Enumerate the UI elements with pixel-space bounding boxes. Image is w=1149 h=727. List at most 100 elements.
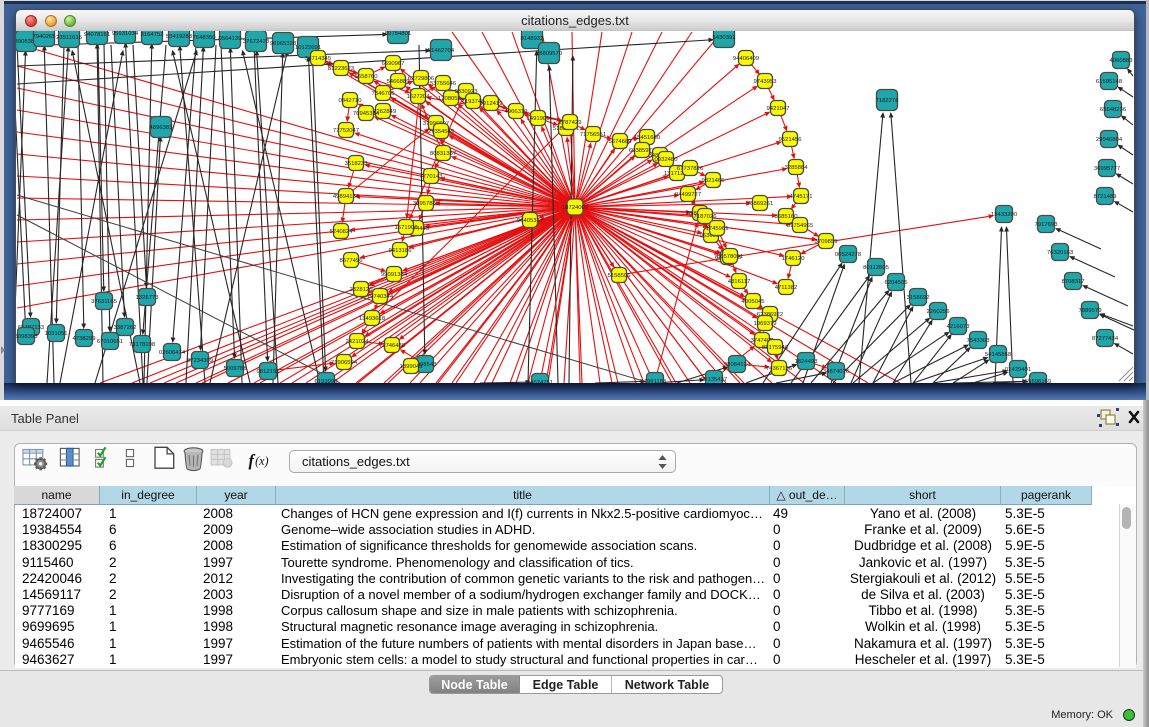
svg-text:36995777: 36995777 bbox=[1094, 166, 1120, 172]
svg-text:69784801: 69784801 bbox=[385, 31, 411, 37]
svg-text:5674680: 5674680 bbox=[609, 139, 633, 145]
svg-text:4060883: 4060883 bbox=[1110, 58, 1134, 64]
svg-text:37672423: 37672423 bbox=[243, 39, 270, 45]
svg-text:80112805: 80112805 bbox=[863, 265, 889, 271]
svg-text:99091334: 99091334 bbox=[381, 272, 408, 278]
svg-text:37631165: 37631165 bbox=[91, 299, 117, 305]
svg-text:71746488: 71746488 bbox=[379, 343, 406, 349]
svg-text:9821465: 9821465 bbox=[702, 178, 726, 184]
svg-text:7543303: 7543303 bbox=[967, 338, 991, 344]
svg-text:04499727: 04499727 bbox=[675, 192, 701, 198]
svg-text:96405377: 96405377 bbox=[517, 218, 543, 224]
svg-text:54145868: 54145868 bbox=[985, 352, 1012, 358]
svg-text:53419283: 53419283 bbox=[166, 34, 193, 40]
svg-text:98084124: 98084124 bbox=[724, 362, 751, 368]
svg-text:94078161: 94078161 bbox=[84, 32, 110, 38]
svg-text:76320163: 76320163 bbox=[1047, 250, 1074, 256]
svg-text:0564139: 0564139 bbox=[219, 36, 242, 42]
svg-text:77752047: 77752047 bbox=[333, 128, 359, 134]
svg-text:95931034: 95931034 bbox=[112, 31, 139, 37]
svg-text:81223623: 81223623 bbox=[328, 66, 355, 72]
svg-text:34957885: 34957885 bbox=[413, 201, 440, 207]
svg-text:6658760: 6658760 bbox=[355, 74, 379, 80]
svg-text:76945314: 76945314 bbox=[353, 111, 380, 117]
svg-text:86578091: 86578091 bbox=[717, 254, 743, 260]
svg-text:1671902: 1671902 bbox=[395, 225, 418, 231]
svg-text:3709859: 3709859 bbox=[815, 239, 838, 245]
svg-text:4216073: 4216073 bbox=[947, 324, 971, 330]
svg-text:53755646: 53755646 bbox=[430, 81, 457, 87]
svg-text:1627204: 1627204 bbox=[407, 94, 431, 100]
svg-text:5098393: 5098393 bbox=[16, 334, 38, 340]
svg-text:9743953: 9743953 bbox=[754, 79, 778, 85]
svg-text:1824493: 1824493 bbox=[795, 359, 819, 365]
svg-text:4711382: 4711382 bbox=[775, 285, 798, 291]
svg-text:7889579: 7889579 bbox=[1079, 308, 1102, 314]
svg-text:1969379: 1969379 bbox=[754, 321, 777, 327]
svg-text:15451680: 15451680 bbox=[634, 135, 661, 141]
svg-text:9413186: 9413186 bbox=[389, 248, 413, 254]
svg-text:7940265: 7940265 bbox=[33, 34, 57, 40]
svg-text:2260256: 2260256 bbox=[927, 309, 951, 315]
svg-text:1745961: 1745961 bbox=[706, 226, 729, 232]
svg-text:6193990: 6193990 bbox=[315, 379, 339, 383]
svg-text:7187026: 7187026 bbox=[694, 214, 718, 220]
svg-text:3285884: 3285884 bbox=[785, 165, 809, 171]
svg-text:94406409: 94406409 bbox=[733, 56, 759, 62]
svg-text:9912419: 9912419 bbox=[480, 101, 503, 107]
svg-text:6204505: 6204505 bbox=[885, 280, 909, 286]
svg-text:13493618: 13493618 bbox=[359, 316, 386, 322]
svg-text:5240824: 5240824 bbox=[330, 229, 354, 235]
svg-text:0932480: 0932480 bbox=[655, 157, 679, 163]
svg-text:2787429: 2787429 bbox=[559, 120, 582, 126]
svg-text:4896383: 4896383 bbox=[150, 125, 174, 131]
svg-text:71756551: 71756551 bbox=[580, 132, 606, 138]
svg-text:13433200: 13433200 bbox=[991, 212, 1018, 218]
svg-text:73178108: 73178108 bbox=[129, 342, 156, 348]
svg-text:9421047: 9421047 bbox=[767, 106, 790, 112]
svg-text:8721489: 8721489 bbox=[1094, 194, 1117, 200]
svg-text:4738299: 4738299 bbox=[73, 336, 96, 342]
svg-text:34624751: 34624751 bbox=[527, 380, 553, 383]
svg-text:18724007: 18724007 bbox=[562, 205, 588, 211]
svg-text:5009788: 5009788 bbox=[224, 366, 248, 372]
svg-text:1491905: 1491905 bbox=[527, 116, 551, 122]
svg-text:4745171: 4745171 bbox=[790, 194, 813, 200]
svg-text:0812191: 0812191 bbox=[257, 369, 280, 375]
svg-text:0842710: 0842710 bbox=[339, 98, 363, 104]
svg-text:61595148: 61595148 bbox=[1096, 79, 1123, 85]
svg-text:23511615: 23511615 bbox=[56, 35, 82, 41]
svg-text:71906594: 71906594 bbox=[331, 360, 358, 366]
svg-text:3387262: 3387262 bbox=[114, 325, 137, 331]
svg-text:7346706: 7346706 bbox=[372, 91, 396, 97]
svg-text:9521456: 9521456 bbox=[779, 137, 803, 143]
svg-text:(x): (x) bbox=[255, 454, 268, 468]
svg-text:4316117: 4316117 bbox=[728, 279, 751, 285]
svg-text:7917693: 7917693 bbox=[1035, 222, 1059, 228]
svg-text:1031051: 1031051 bbox=[45, 331, 68, 337]
svg-text:96965328: 96965328 bbox=[270, 41, 297, 47]
svg-text:87234309: 87234309 bbox=[187, 358, 213, 364]
svg-text:74367136: 74367136 bbox=[766, 366, 793, 372]
svg-text:67010651: 67010651 bbox=[97, 339, 123, 345]
svg-text:5430391: 5430391 bbox=[713, 35, 736, 41]
svg-text:6690967: 6690967 bbox=[382, 61, 405, 67]
svg-text:7182278: 7182278 bbox=[876, 98, 900, 104]
svg-text:8148932: 8148932 bbox=[521, 36, 544, 42]
svg-text:25135427: 25135427 bbox=[701, 377, 727, 383]
svg-text:87277434: 87277434 bbox=[1092, 336, 1119, 342]
svg-text:81754965: 81754965 bbox=[787, 223, 814, 229]
svg-text:49894134: 49894134 bbox=[333, 194, 360, 200]
svg-text:1326773: 1326773 bbox=[136, 295, 160, 301]
svg-text:34874016: 34874016 bbox=[823, 369, 850, 375]
svg-text:75869261: 75869261 bbox=[747, 201, 773, 207]
svg-text:29946804: 29946804 bbox=[1096, 137, 1123, 143]
svg-text:55698169: 55698169 bbox=[1025, 379, 1051, 383]
svg-text:34714345: 34714345 bbox=[305, 56, 332, 62]
svg-text:8677496: 8677496 bbox=[340, 258, 364, 264]
svg-text:1746120: 1746120 bbox=[782, 256, 806, 262]
svg-text:4966319: 4966319 bbox=[505, 109, 528, 115]
svg-text:3158692: 3158692 bbox=[907, 295, 930, 301]
svg-text:28809570: 28809570 bbox=[536, 51, 563, 57]
svg-text:79740344: 79740344 bbox=[367, 294, 394, 300]
